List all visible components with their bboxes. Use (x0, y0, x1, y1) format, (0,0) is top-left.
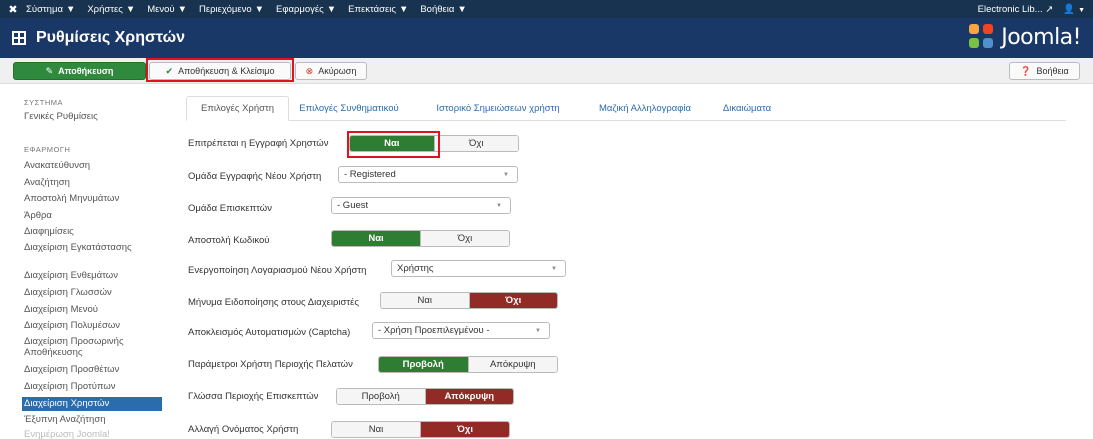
sidebar-heading-apps: ΕΦΑΡΜΟΓΗ (24, 145, 71, 154)
sidebar-item-menus[interactable]: Διαχείριση Μενού (24, 304, 164, 315)
external-link-icon: ↗ (1045, 3, 1054, 15)
sidebar-item-global-config[interactable]: Γενικές Ρυθμίσεις (24, 111, 164, 122)
question-icon: ❓ (1020, 65, 1032, 76)
tab-mass-mail[interactable]: Μαζική Αλληλογραφία (590, 96, 700, 121)
save-button[interactable]: ✎ Αποθήκευση (13, 62, 146, 80)
send-password-toggle: Ναι Όχι (331, 230, 510, 247)
sidebar-item-joomla-update[interactable]: Ενημέρωση Joomla! (24, 429, 164, 439)
send-password-yes[interactable]: Ναι (332, 231, 420, 246)
sidebar-item-media[interactable]: Διαχείριση Πολυμέσων (24, 320, 164, 331)
settings-tabs: Επιλογές Χρήστη Επιλογές Συνθηματικού Ισ… (186, 96, 1066, 121)
sidebar-item-messaging[interactable]: Αποστολή Μηνυμάτων (24, 193, 164, 204)
sidebar-item-languages[interactable]: Διαχείριση Γλωσσών (24, 287, 164, 298)
sidebar-item-cache[interactable]: Διαχείριση Προσωρινής Αποθήκευσης (24, 336, 164, 358)
frontend-params-toggle: Προβολή Απόκρυψη (378, 356, 558, 373)
guest-group-label: Ομάδα Επισκεπτών (188, 203, 272, 214)
guest-group-select[interactable]: - Guest ▼ (331, 197, 511, 214)
cancel-icon: ⊗ (305, 65, 314, 76)
account-activation-value: Χρήστης (397, 263, 434, 274)
sidebar-item-smart-search[interactable]: Έξυπνη Αναζήτηση (24, 414, 164, 425)
highlight-allow-registration (347, 131, 440, 158)
sidebar-item-modules[interactable]: Διαχείριση Ενθεμάτων (24, 270, 164, 281)
frontend-params-show[interactable]: Προβολή (379, 357, 468, 372)
new-user-group-value: - Registered (344, 169, 396, 180)
edit-icon: ✎ (45, 65, 54, 76)
page-title: Ρυθμίσεις Χρηστών (36, 29, 186, 46)
joomla-logo-icon (969, 24, 995, 50)
captcha-label: Αποκλεισμός Αυτοματισμών (Captcha) (188, 327, 351, 338)
allow-registration-no[interactable]: Όχι (433, 136, 518, 151)
tab-user-notes-history[interactable]: Ιστορικό Σημειώσεων χρήστη (428, 96, 568, 121)
save-label: Αποθήκευση (58, 66, 114, 76)
captcha-select[interactable]: - Χρήση Προεπιλεγμένου - ▼ (372, 322, 550, 339)
sidebar-item-banners[interactable]: Διαφημίσεις (24, 226, 164, 237)
notify-admins-yes[interactable]: Ναι (381, 293, 469, 308)
new-user-group-label: Ομάδα Εγγραφής Νέου Χρήστη (188, 171, 322, 182)
frontend-language-label: Γλώσσα Περιοχής Επισκεπτών (188, 391, 319, 402)
notify-admins-label: Μήνυμα Ειδοποίησης στους Διαχειριστές (188, 297, 359, 308)
tab-password-options[interactable]: Επιλογές Συνθηματικού (294, 96, 404, 121)
cancel-label: Ακύρωση (318, 66, 357, 76)
joomla-logo-text: Joomla! (1001, 24, 1081, 50)
help-label: Βοήθεια (1036, 66, 1069, 76)
chevron-down-icon: ▼ (496, 202, 502, 209)
chevron-down-icon: ▼ (551, 265, 557, 272)
highlight-save-close (146, 58, 294, 82)
tab-user-options[interactable]: Επιλογές Χρήστη (186, 96, 289, 121)
chevron-down-icon: ▼ (503, 171, 509, 178)
notify-admins-toggle: Ναι Όχι (380, 292, 558, 309)
account-activation-label: Ενεργοποίηση Λογαριασμού Νέου Χρήστη (188, 265, 367, 276)
main-menu: Σύστημα ▼ Χρήστες ▼ Μενού ▼ Περιεχόμενο ▼ Εφ… (26, 4, 467, 15)
frontend-language-hide[interactable]: Απόκρυψη (424, 389, 513, 404)
sidebar-item-users[interactable]: Διαχείριση Χρηστών (22, 397, 162, 411)
sidebar-item-search[interactable]: Αναζήτηση (24, 177, 164, 188)
change-username-yes[interactable]: Ναι (332, 422, 420, 437)
frontend-params-label: Παράμετροι Χρήστη Περιοχής Πελατών (188, 359, 353, 370)
tab-permissions[interactable]: Δικαιώματα (716, 96, 778, 121)
chevron-down-icon: ▼ (535, 327, 541, 334)
guest-group-value: - Guest (337, 200, 369, 211)
change-username-no[interactable]: Όχι (420, 422, 509, 437)
frontend-language-toggle: Προβολή Απόκρυψη (336, 388, 514, 405)
joomla-brand: Joomla! (969, 24, 1081, 50)
joomla-icon[interactable]: ✖ (0, 3, 26, 16)
help-button[interactable]: ❓ Βοήθεια (1009, 62, 1080, 80)
sidebar-item-redirect[interactable]: Ανακατεύθυνση (24, 160, 164, 171)
change-username-toggle: Ναι Όχι (331, 421, 510, 438)
menu-components[interactable]: Εφαρμογές ▼ (276, 4, 336, 15)
frontend-language-show[interactable]: Προβολή (337, 389, 425, 404)
sidebar-heading-system: ΣΥΣΤΗΜΑ (24, 98, 64, 107)
send-password-label: Αποστολή Κωδικού (188, 235, 270, 246)
sidebar-item-plugins[interactable]: Διαχείριση Προσθέτων (24, 364, 164, 375)
send-password-no[interactable]: Όχι (420, 231, 509, 246)
site-link[interactable]: Electronic Lib... ↗ (978, 4, 1054, 15)
notify-admins-no[interactable]: Όχι (468, 293, 557, 308)
menu-system[interactable]: Σύστημα ▼ (26, 4, 75, 15)
top-navbar: ✖ Σύστημα ▼ Χρήστες ▼ Μενού ▼ Περιεχόμενο ▼ … (0, 0, 1093, 18)
user-icon[interactable]: 👤 ▼ (1063, 4, 1085, 15)
sidebar-item-articles[interactable]: Άρθρα (24, 210, 164, 221)
frontend-params-hide[interactable]: Απόκρυψη (467, 357, 557, 372)
cancel-button[interactable]: ⊗ Ακύρωση (295, 62, 367, 80)
captcha-value: - Χρήση Προεπιλεγμένου - (378, 325, 490, 336)
change-username-label: Αλλαγή Ονόματος Χρήστη (188, 424, 299, 435)
sidebar-item-installer[interactable]: Διαχείριση Εγκατάστασης (24, 242, 144, 253)
account-activation-select[interactable]: Χρήστης ▼ (391, 260, 566, 277)
menu-users[interactable]: Χρήστες ▼ (87, 4, 135, 15)
menu-help[interactable]: Βοήθεια ▼ (420, 4, 466, 15)
menu-extensions[interactable]: Επεκτάσεις ▼ (348, 4, 408, 15)
allow-registration-label: Επιτρέπεται η Εγγραφή Χρηστών (188, 138, 329, 149)
menu-menus[interactable]: Μενού ▼ (147, 4, 187, 15)
menu-content[interactable]: Περιεχόμενο ▼ (199, 4, 264, 15)
users-config-icon (12, 31, 26, 45)
sidebar-item-templates[interactable]: Διαχείριση Προτύπων (24, 381, 164, 392)
page-header: Ρυθμίσεις Χρηστών Joomla! (0, 18, 1093, 58)
new-user-group-select[interactable]: - Registered ▼ (338, 166, 518, 183)
